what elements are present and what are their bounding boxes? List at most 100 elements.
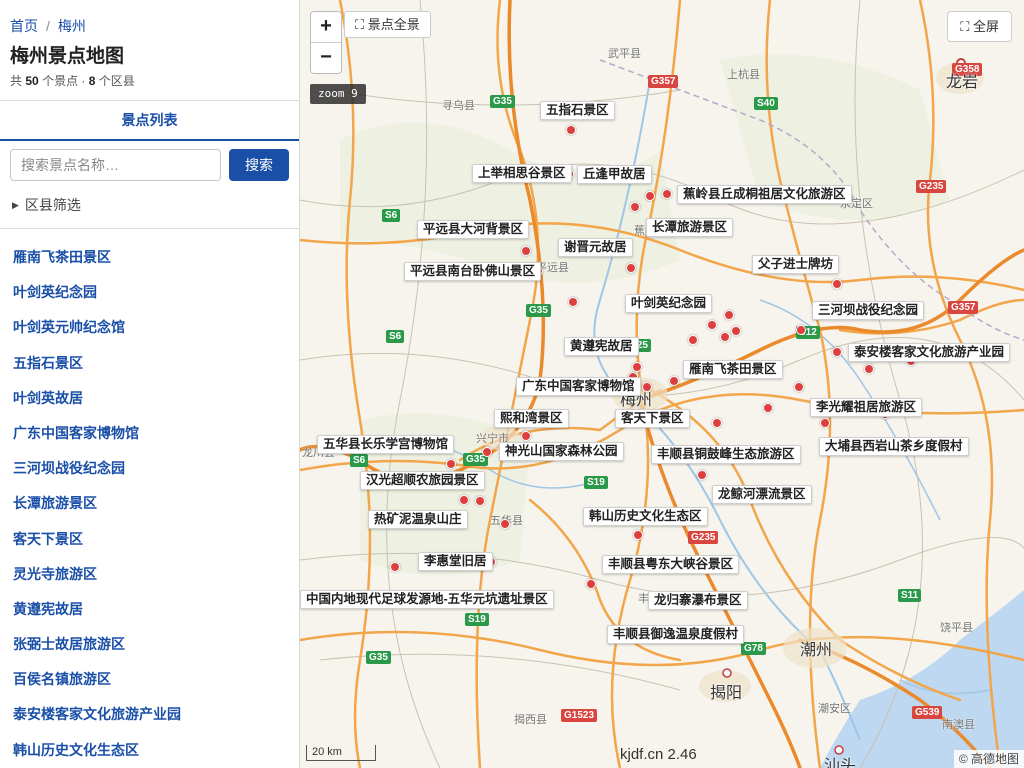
poi-label[interactable]: 丰顺县粤东大峡谷景区 (602, 555, 740, 574)
spot-list-item[interactable]: 韩山历史文化生态区 (0, 733, 299, 768)
poi-label[interactable]: 丰顺县御逸温泉度假村 (607, 625, 745, 644)
district-filter-toggle[interactable]: ▶ 区县筛选 (12, 195, 81, 215)
search-button[interactable]: 搜索 (229, 149, 289, 181)
scenic-spot-marker[interactable] (707, 320, 717, 330)
scenic-spot-marker[interactable] (688, 335, 698, 345)
spot-list-item[interactable]: 长潭旅游景区 (0, 486, 299, 521)
poi-label[interactable]: 汉光超顺农旅园景区 (360, 471, 485, 490)
poi-label[interactable]: 谢晋元故居 (558, 238, 633, 257)
scenic-spot-marker[interactable] (446, 459, 456, 469)
spot-list-item[interactable]: 客天下景区 (0, 522, 299, 557)
town-label: 武平县 (608, 48, 641, 60)
scenic-spot-marker[interactable] (832, 279, 842, 289)
poi-label[interactable]: 龙鲸河漂流景区 (712, 485, 812, 504)
poi-label[interactable]: 五华县长乐学宫博物馆 (317, 435, 455, 454)
scenic-spot-marker[interactable] (731, 326, 741, 336)
poi-label[interactable]: 李光耀祖居旅游区 (810, 398, 923, 417)
zoom-out-button[interactable]: − (311, 43, 341, 74)
scenic-spot-marker[interactable] (626, 263, 636, 273)
poi-label[interactable]: 泰安楼客家文化旅游产业园 (848, 343, 1011, 362)
poi-label[interactable]: 韩山历史文化生态区 (583, 507, 708, 526)
poi-label[interactable]: 黄遵宪故居 (564, 337, 639, 356)
breadcrumb-separator: / (46, 18, 50, 34)
scenic-spot-marker[interactable] (796, 325, 806, 335)
scenic-spot-marker[interactable] (763, 403, 773, 413)
spot-list: 雁南飞茶田景区 叶剑英纪念园 叶剑英元帅纪念馆 五指石景区 叶剑英故居 广东中国… (0, 240, 299, 768)
poi-label[interactable]: 热矿泥温泉山庄 (368, 510, 468, 529)
spot-list-item[interactable]: 广东中国客家博物馆 (0, 416, 299, 451)
poi-label[interactable]: 上举相思谷景区 (472, 164, 572, 183)
tab-spot-list[interactable]: 景点列表 (0, 101, 299, 140)
spot-list-item[interactable]: 三河坝战役纪念园 (0, 451, 299, 486)
scenic-spot-marker[interactable] (864, 364, 874, 374)
scenic-spot-marker[interactable] (794, 382, 804, 392)
poi-label[interactable]: 中国内地现代足球发源地-五华元坑遗址景区 (300, 590, 554, 609)
poi-label[interactable]: 客天下景区 (615, 409, 690, 428)
spot-list-item[interactable]: 五指石景区 (0, 346, 299, 381)
spot-list-item[interactable]: 灵光寺旅游区 (0, 557, 299, 592)
scenic-spot-marker[interactable] (586, 579, 596, 589)
scenic-spot-marker[interactable] (820, 418, 830, 428)
breadcrumb-current-link[interactable]: 梅州 (58, 18, 86, 34)
scenic-spot-marker[interactable] (724, 310, 734, 320)
scenic-spot-marker[interactable] (645, 191, 655, 201)
poi-label[interactable]: 三河坝战役纪念园 (812, 301, 925, 320)
poi-label[interactable]: 李惠堂旧居 (418, 552, 493, 571)
zoom-control: + − (310, 11, 342, 74)
scenic-spot-marker[interactable] (500, 519, 510, 529)
poi-label[interactable]: 广东中国客家博物馆 (516, 377, 641, 396)
map-attribution[interactable]: © 高德地图 (953, 750, 1024, 768)
fullscreen-button[interactable]: ⛶ 全屏 (947, 11, 1012, 42)
breadcrumb-home-link[interactable]: 首页 (10, 18, 38, 34)
poi-label[interactable]: 平远县南台卧佛山景区 (404, 262, 542, 281)
poi-label[interactable]: 叶剑英纪念园 (625, 294, 713, 313)
zoom-in-button[interactable]: + (311, 12, 341, 43)
scenic-spot-marker[interactable] (630, 202, 640, 212)
town-label: 上杭县 (727, 69, 760, 81)
scenic-spot-marker[interactable] (390, 562, 400, 572)
poi-label[interactable]: 雁南飞茶田景区 (683, 360, 783, 379)
scenic-spot-marker[interactable] (521, 431, 531, 441)
spot-list-item[interactable]: 叶剑英故居 (0, 381, 299, 416)
overview-button[interactable]: ⛶ 景点全景 (344, 11, 431, 38)
spot-list-item[interactable]: 泰安楼客家文化旅游产业园 (0, 697, 299, 732)
scenic-spot-marker[interactable] (720, 332, 730, 342)
scenic-spot-marker[interactable] (521, 246, 531, 256)
scenic-spot-marker[interactable] (633, 530, 643, 540)
spot-list-item[interactable]: 叶剑英元帅纪念馆 (0, 310, 299, 345)
town-label: 南澳县 (942, 719, 975, 731)
poi-label[interactable]: 父子进士牌坊 (752, 255, 840, 274)
town-label: 潮安区 (818, 703, 851, 715)
search-input[interactable] (10, 149, 221, 181)
road-shield: S19 (584, 476, 608, 489)
spot-list-item[interactable]: 雁南飞茶田景区 (0, 240, 299, 275)
poi-label[interactable]: 平远县大河背景区 (417, 220, 530, 239)
spot-list-item[interactable]: 叶剑英纪念园 (0, 275, 299, 310)
scenic-spot-marker[interactable] (832, 347, 842, 357)
spot-list-item[interactable]: 张弼士故居旅游区 (0, 627, 299, 662)
spot-list-item[interactable]: 黄遵宪故居 (0, 592, 299, 627)
poi-label[interactable]: 龙归寨瀑布景区 (648, 591, 748, 610)
poi-label[interactable]: 蕉岭县丘成桐祖居文化旅游区 (677, 185, 852, 204)
scenic-spot-marker[interactable] (697, 470, 707, 480)
scenic-spot-marker[interactable] (642, 382, 652, 392)
scenic-spot-marker[interactable] (712, 418, 722, 428)
poi-label[interactable]: 五指石景区 (540, 101, 615, 120)
map-view[interactable]: G357 G35 S40 G235 G358 S6 G35 S6 G357 S1… (300, 0, 1024, 768)
scenic-spot-marker[interactable] (632, 362, 642, 372)
poi-label[interactable]: 长潭旅游景区 (646, 218, 734, 237)
poi-label[interactable]: 大埔县西岩山茶乡度假村 (819, 437, 969, 456)
poi-label[interactable]: 神光山国家森林公园 (499, 442, 624, 461)
poi-label[interactable]: 丘逢甲故居 (577, 165, 652, 184)
scenic-spot-marker[interactable] (475, 496, 485, 506)
poi-label[interactable]: 丰顺县铜鼓峰生态旅游区 (651, 445, 801, 464)
scenic-spot-marker[interactable] (459, 495, 469, 505)
spot-list-item[interactable]: 百侯名镇旅游区 (0, 662, 299, 697)
scenic-spot-marker[interactable] (482, 447, 492, 457)
scenic-spot-marker[interactable] (568, 297, 578, 307)
scenic-spot-marker[interactable] (662, 189, 672, 199)
scenic-spot-marker[interactable] (669, 376, 679, 386)
poi-label[interactable]: 熙和湾景区 (494, 409, 569, 428)
scenic-spot-marker[interactable] (566, 125, 576, 135)
districts-count: 8 (88, 74, 96, 88)
